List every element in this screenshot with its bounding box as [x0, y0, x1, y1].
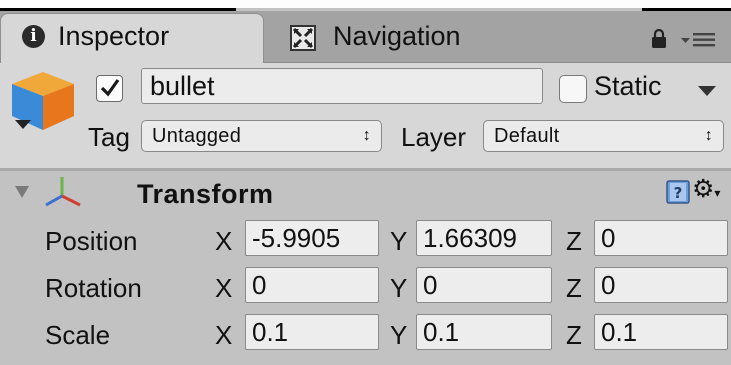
scale-x-field[interactable]: 0.1 — [245, 314, 379, 350]
scale-label: Scale — [45, 320, 111, 350]
axes-icon — [45, 177, 81, 207]
checkmark-icon — [100, 79, 120, 97]
position-z-field[interactable]: 0 — [594, 220, 728, 256]
rotation-y-field[interactable]: 0 — [416, 267, 552, 303]
position-y-label: Y — [390, 226, 408, 256]
scale-y-field[interactable]: 0.1 — [416, 314, 552, 350]
static-label: Static — [594, 71, 662, 101]
svg-text:?: ? — [674, 184, 683, 202]
rotation-label: Rotation — [45, 273, 142, 303]
navigation-icon — [290, 25, 316, 51]
object-name-field[interactable]: bullet — [141, 68, 543, 104]
rotation-z-field[interactable]: 0 — [594, 267, 728, 303]
rotation-x-field[interactable]: 0 — [245, 267, 379, 303]
tab-inspector-label: Inspector — [58, 21, 170, 51]
lock-icon[interactable] — [651, 28, 667, 50]
static-checkbox[interactable] — [559, 75, 587, 103]
foldout-arrow-icon[interactable] — [14, 185, 30, 199]
updown-icon: ↕ — [362, 127, 371, 144]
layer-dropdown[interactable]: Default ↕ — [483, 120, 724, 152]
position-x-label: X — [215, 226, 233, 256]
scale-z-label: Z — [566, 320, 582, 350]
position-x-field[interactable]: -5.9905 — [245, 220, 379, 256]
layer-value: Default — [494, 125, 560, 147]
window-top-strip — [0, 0, 731, 8]
tab-navigation[interactable]: Navigation — [333, 23, 461, 50]
cube-dropdown-icon[interactable] — [14, 118, 32, 130]
rotation-y-label: Y — [390, 273, 408, 303]
rotation-x-label: X — [215, 273, 233, 303]
updown-icon: ↕ — [704, 127, 713, 144]
rotation-z-label: Z — [566, 273, 582, 303]
scale-y-label: Y — [390, 320, 408, 350]
static-dropdown-icon[interactable] — [697, 85, 717, 97]
help-icon[interactable]: ? — [666, 180, 690, 204]
scale-z-field[interactable]: 0.1 — [594, 314, 728, 350]
position-y-field[interactable]: 1.66309 — [416, 220, 552, 256]
gear-icon[interactable]: ⚙▾ — [692, 174, 720, 204]
transform-title: Transform — [137, 179, 274, 209]
tag-label: Tag — [88, 122, 130, 152]
tag-dropdown[interactable]: Untagged ↕ — [141, 120, 382, 152]
position-label: Position — [45, 226, 138, 256]
layer-label: Layer — [401, 122, 467, 152]
menu-icon[interactable] — [681, 30, 721, 48]
scale-x-label: X — [215, 320, 233, 350]
active-checkbox[interactable] — [96, 75, 123, 102]
position-z-label: Z — [566, 226, 582, 256]
tag-value: Untagged — [152, 125, 242, 147]
transform-header[interactable] — [0, 171, 731, 213]
info-icon: i — [22, 25, 45, 48]
